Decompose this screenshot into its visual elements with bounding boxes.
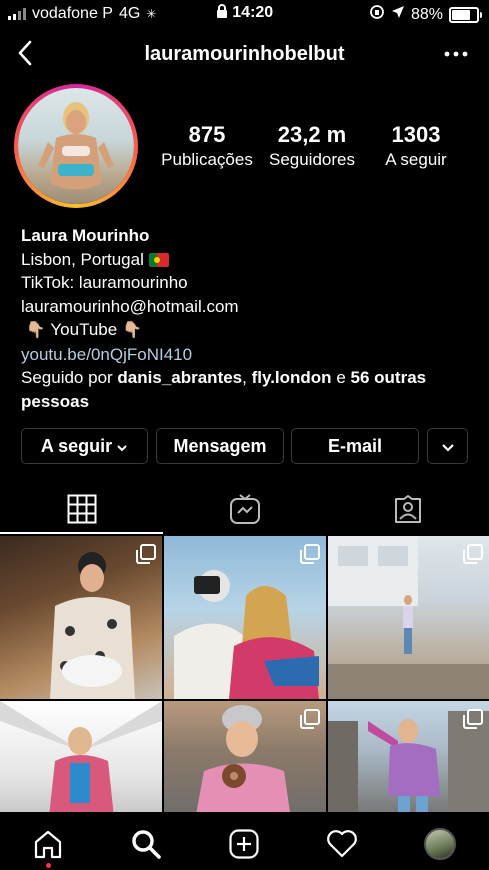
notification-dot	[46, 863, 51, 868]
stat-following[interactable]: 1303 A seguir	[376, 122, 456, 170]
chevron-down-icon	[116, 436, 128, 457]
followed-by[interactable]: Seguido por danis_abrantes, fly.london e…	[21, 366, 476, 390]
chevron-down-icon	[441, 436, 455, 457]
ellipsis-icon[interactable]	[441, 42, 471, 66]
followers-count: 23,2 m	[277, 122, 347, 147]
posts-count: 875	[188, 122, 226, 147]
tab-grid[interactable]	[0, 486, 163, 534]
photo-grid	[0, 536, 489, 826]
profile-name: Laura Mourinho	[21, 226, 150, 245]
followed-by-others[interactable]: 56 outras	[351, 368, 427, 387]
pointing-down-icon: 👇🏼	[121, 322, 142, 339]
bio-link[interactable]: youtu.be/0nQjFoNI410	[21, 343, 476, 367]
followed-by-separator: ,	[242, 368, 247, 387]
followed-by-others-cont[interactable]: pessoas	[21, 392, 89, 411]
followed-by-user[interactable]: danis_abrantes	[117, 368, 242, 387]
battery-percent: 88%	[410, 5, 443, 23]
multiple-photos-icon	[300, 709, 320, 729]
location-icon	[391, 5, 405, 24]
following-count: 1303	[391, 122, 441, 147]
grid-post[interactable]	[0, 536, 162, 699]
profile-avatar	[18, 88, 134, 204]
search-icon[interactable]	[124, 822, 168, 866]
followed-by-prefix: Seguido por	[21, 368, 113, 387]
profile-tab[interactable]	[418, 822, 462, 866]
email-button-label: E-mail	[327, 435, 383, 456]
activity-icon[interactable]	[320, 822, 364, 866]
bio-tiktok: TikTok: lauramourinho	[21, 273, 188, 292]
following-label: A seguir	[385, 150, 447, 169]
lock-icon	[216, 4, 232, 21]
grid-icon	[67, 494, 96, 524]
bio-location: Lisbon, Portugal	[21, 248, 476, 272]
tab-tagged[interactable]	[326, 486, 489, 532]
multiple-photos-icon	[463, 709, 483, 729]
message-button-label: Mensagem	[173, 435, 267, 456]
rotation-lock-icon	[369, 4, 385, 25]
youtube-text: YouTube	[50, 320, 118, 339]
message-button[interactable]: Mensagem	[156, 428, 284, 464]
bio-youtube: 👇🏼 YouTube 👇🏼	[21, 318, 476, 343]
multiple-photos-icon	[463, 544, 483, 564]
username-title: lauramourinhobelbut	[144, 43, 345, 65]
tab-igtv[interactable]	[163, 486, 326, 532]
clock-label: 14:20	[232, 4, 274, 21]
stat-posts[interactable]: 875 Publicações	[160, 122, 254, 170]
grid-post[interactable]	[164, 536, 326, 699]
pointing-down-icon: 👇🏼	[25, 322, 46, 339]
multiple-photos-icon	[136, 544, 156, 564]
tagged-icon	[394, 495, 421, 523]
grid-post[interactable]	[0, 701, 162, 826]
profile-avatar	[424, 828, 456, 860]
status-bar: vodafone P 4G ✳ 14:20 88%	[0, 0, 489, 28]
suggestions-button[interactable]	[427, 428, 468, 464]
portugal-flag-icon	[148, 252, 169, 267]
profile-tabs	[0, 486, 489, 534]
bio: Laura Mourinho Lisbon, Portugal TikTok: …	[21, 224, 476, 413]
battery-icon	[449, 6, 482, 23]
following-button[interactable]: A seguir	[21, 428, 148, 464]
nav-bar: lauramourinhobelbut	[0, 30, 489, 80]
multiple-photos-icon	[300, 544, 320, 564]
posts-label: Publicações	[161, 150, 253, 169]
following-button-label: A seguir	[40, 435, 113, 456]
story-ring[interactable]	[14, 84, 138, 208]
grid-post[interactable]	[164, 701, 326, 826]
location-text: Lisbon, Portugal	[21, 249, 144, 269]
bottom-nav	[0, 812, 489, 870]
igtv-icon	[229, 494, 260, 524]
email-button[interactable]: E-mail	[291, 428, 419, 464]
grid-post[interactable]	[328, 536, 489, 699]
bio-email: lauramourinho@hotmail.com	[21, 296, 239, 316]
grid-post[interactable]	[328, 701, 489, 826]
home-icon[interactable]	[26, 822, 70, 868]
followed-by-and: e	[336, 368, 346, 387]
followed-by-user[interactable]: fly.london	[252, 368, 332, 387]
stat-followers[interactable]: 23,2 m Seguidores	[262, 122, 362, 170]
create-icon[interactable]	[222, 822, 266, 866]
followers-label: Seguidores	[268, 150, 355, 169]
